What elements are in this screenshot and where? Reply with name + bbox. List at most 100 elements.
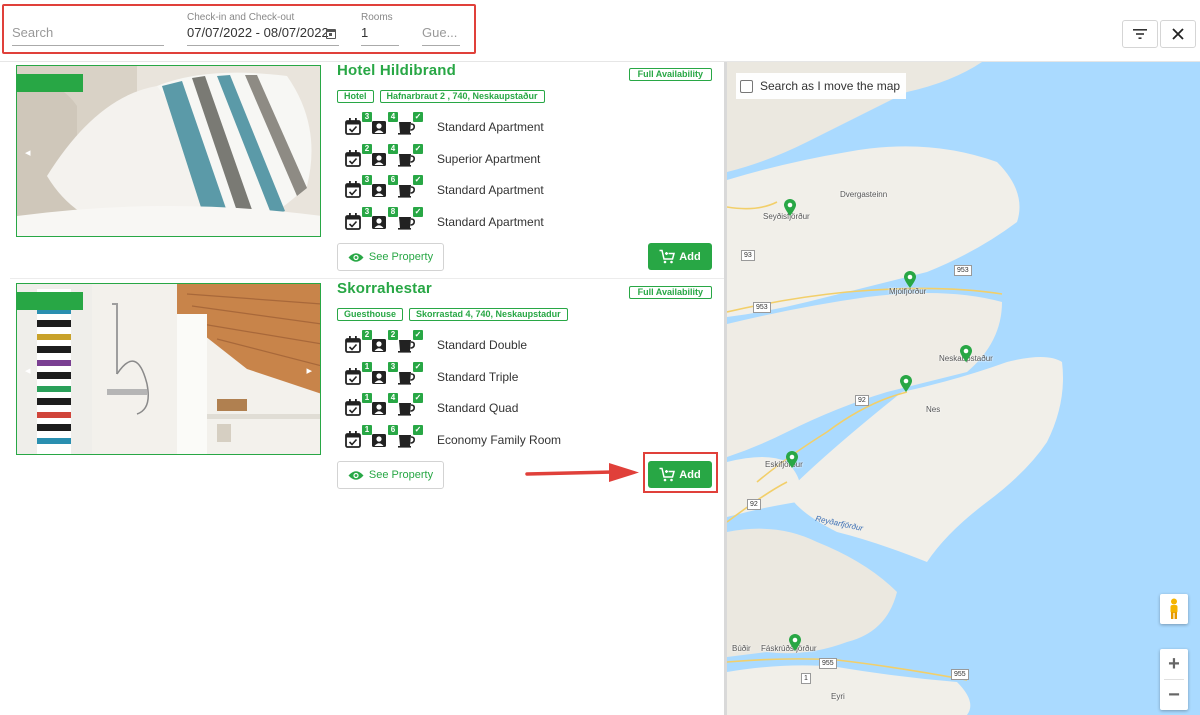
map-pin-icon[interactable] [785,451,799,469]
guests-badge: 2 [388,330,398,340]
nights-badge: 1 [362,361,372,372]
road-shield: 955 [819,658,837,669]
guests-badge: 4 [388,393,398,403]
add-button[interactable]: Add [648,243,712,270]
breakfast-check-icon: ✓ [413,330,423,340]
search-underline [12,45,164,46]
property-photo[interactable]: ◂ [16,65,321,237]
see-property-label: See Property [368,251,434,263]
search-input[interactable]: Search [12,25,53,40]
eye-icon [348,470,364,480]
road-shield: 1 [801,673,811,684]
map-pin-icon[interactable] [903,271,917,289]
guests-badge: 6 [388,424,398,435]
property-photo[interactable]: ◂ ▸ [16,283,321,455]
zoom-in-button[interactable]: + [1160,649,1188,679]
breakfast-check-icon: ✓ [413,112,423,122]
availability-badge: Full Availability [628,286,712,299]
map-pin-icon[interactable] [959,345,973,363]
road-shield: 955 [951,669,969,680]
see-property-button[interactable]: See Property [337,461,444,489]
search-as-move-toggle[interactable]: Search as I move the map [736,73,907,99]
property-type-chip: Hotel [337,90,374,103]
guests-badge: 3 [388,361,398,372]
property-name[interactable]: Hotel Hildibrand [337,62,456,79]
room-features-icons: 1 3 ✓ [345,361,425,388]
road-shield: 92 [855,395,869,406]
search-toolbar: Search Check-in and Check-out 07/07/2022… [0,0,1200,62]
guests-badge: 8 [388,206,398,217]
property-address-chip: Skorrastad 4, 740, Neskaupstadur [409,308,568,321]
room-name: Standard Triple [437,369,519,384]
photo-ribbon [17,74,83,92]
map-view[interactable]: Search as I move the map Seyðisfjörður D… [727,62,1200,715]
property-address-chip: Hafnarbraut 2 , 740, Neskaupstaður [379,90,545,103]
date-range-field[interactable]: Check-in and Check-out 07/07/2022 - 08/0… [187,12,339,46]
map-terrain-image [727,62,1200,715]
breakfast-check-icon: ✓ [413,143,423,154]
close-icon [1172,28,1184,40]
filter-button[interactable] [1122,20,1158,48]
photo-prev-icon[interactable]: ◂ [25,364,31,377]
search-field[interactable]: Search [12,14,164,46]
street-view-pegman[interactable] [1160,594,1188,624]
breakfast-check-icon: ✓ [413,393,423,403]
room-name: Standard Apartment [437,214,544,229]
filter-icon [1133,29,1147,39]
map-pin-icon[interactable] [899,375,913,393]
guests-input[interactable]: Gue... [422,25,457,40]
room-row: 1 4 ✓ Standard Quad [345,393,645,425]
add-label: Add [679,250,701,263]
date-range-input[interactable]: 07/07/2022 - 08/07/2022 [187,25,329,40]
breakfast-check-icon: ✓ [413,361,423,372]
nights-badge: 3 [362,206,372,217]
close-button[interactable] [1160,20,1196,48]
photo-prev-icon[interactable]: ◂ [25,146,31,159]
nights-badge: 2 [362,330,372,340]
see-property-button[interactable]: See Property [337,243,444,271]
nights-badge: 3 [362,175,372,185]
room-features-icons: 1 4 ✓ [345,393,425,419]
photo-next-icon[interactable]: ▸ [306,364,312,377]
nights-badge: 1 [362,393,372,403]
breakfast-check-icon: ✓ [413,175,423,185]
room-row: 1 6 ✓ Economy Family Room [345,424,645,457]
room-features-icons: 3 4 ✓ [345,112,425,138]
property-list: ◂ Hotel Hildibrand Full Availability Hot… [0,62,724,715]
add-button-highlight [643,452,718,493]
property-name[interactable]: Skorrahestar [337,280,432,297]
calendar-icon[interactable] [326,29,336,39]
rooms-input[interactable]: 1 [361,25,368,40]
photo-ribbon [17,292,83,310]
map-label-eyri: Eyri [831,692,845,701]
map-pin-icon[interactable] [783,199,797,217]
property-tags: Hotel Hafnarbraut 2 , 740, Neskaupstaður [337,90,545,103]
room-name: Standard Apartment [437,183,544,197]
add-cart-icon [659,249,676,264]
room-name: Standard Double [437,338,528,352]
room-features-icons: 1 6 ✓ [345,424,425,451]
map-label-nes: Nes [926,405,941,414]
road-shield: 953 [954,265,972,276]
see-property-label: See Property [368,469,434,481]
guests-field[interactable]: Gue... [422,14,460,46]
map-pin-icon[interactable] [788,634,802,652]
room-row: 3 4 ✓ Standard Apartment [345,112,645,144]
nights-badge: 2 [362,143,372,154]
nights-badge: 3 [362,112,372,122]
room-row: 2 4 ✓ Superior Apartment [345,143,645,176]
red-arrow-icon [525,463,639,482]
breakfast-check-icon: ✓ [413,206,423,217]
breakfast-check-icon: ✓ [413,424,423,435]
search-as-move-checkbox[interactable] [740,79,753,93]
room-features-icons: 3 8 ✓ [345,206,425,233]
availability-badge: Full Availability [628,68,712,81]
rooms-field[interactable]: Rooms 1 [361,12,399,46]
guests-underline [422,45,460,46]
road-shield: 92 [747,499,761,510]
search-as-move-label: Search as I move the map [760,79,901,93]
map-label-budir: Búðir [732,644,751,653]
nights-badge: 1 [362,424,372,435]
pegman-icon [1170,598,1178,619]
zoom-out-button[interactable]: − [1160,680,1188,710]
